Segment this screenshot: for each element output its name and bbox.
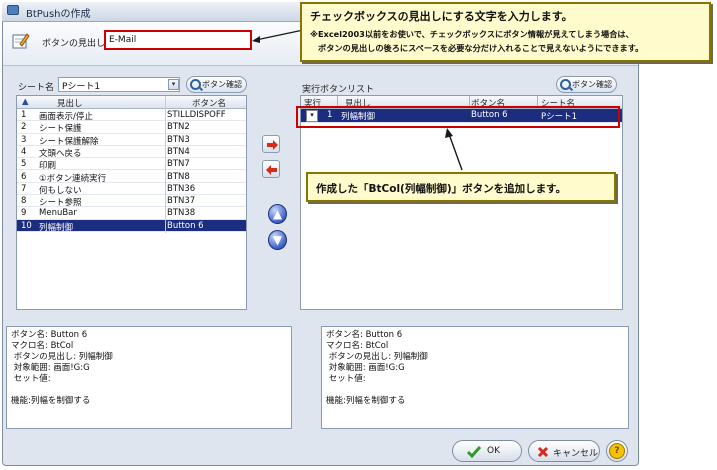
row-button-name: BTN7	[167, 159, 190, 170]
row-caption: シート保護解除	[39, 136, 99, 147]
caption-input[interactable]: E-Mail	[104, 30, 252, 50]
callout-caption-line1: チェックボックスの見出しにする文字を入力します。	[310, 10, 573, 23]
row-button-name: BTN37	[167, 196, 196, 207]
right-description: ボタン名: Button 6 マクロ名: BtCol ボタンの見出し: 列幅制御…	[321, 326, 629, 429]
col-caption-header[interactable]: 見出し	[57, 97, 83, 109]
row-number: 5	[21, 159, 27, 170]
magnifier-icon	[190, 79, 201, 90]
row-number: 7	[21, 183, 27, 194]
row-number: 3	[21, 134, 27, 145]
row-number: 8	[21, 196, 27, 207]
table-row[interactable]: 3 シート保護解除 BTN3	[17, 134, 246, 147]
move-up-icon[interactable]: ▲	[268, 204, 287, 224]
row-number: 10	[21, 220, 32, 231]
row-button-name: BTN3	[167, 134, 190, 145]
row-number: 4	[21, 146, 27, 157]
row-number: 6	[21, 171, 27, 182]
callout-arrow-mid	[445, 128, 463, 171]
sort-up-icon[interactable]: ▲	[22, 97, 29, 107]
table-row[interactable]: 8 シート参照 BTN37	[17, 195, 246, 209]
table-row[interactable]: 5 印刷 BTN7	[17, 158, 246, 172]
magnifier-icon	[560, 79, 571, 90]
left-confirm-label: ボタン確認	[202, 80, 242, 89]
table-row[interactable]: 1 画面表示/停止 STILLDISPOFF	[17, 109, 246, 122]
row-button-name: BTN38	[167, 208, 196, 219]
cancel-button[interactable]: キャンセル	[528, 440, 600, 462]
sheet-name-label: シート名	[18, 83, 55, 93]
row-caption: 文頭へ戻る	[39, 148, 82, 159]
table-row[interactable]: 2 シート保護 BTN2	[17, 121, 246, 135]
row-button-name: BTN4	[167, 146, 190, 157]
callout-caption: チェックボックスの見出しにする文字を入力します。 ※Excel2003以前をお使…	[300, 2, 711, 62]
row-button-name: Button 6	[167, 220, 204, 231]
exec-row-highlight	[296, 106, 620, 128]
row-number: 9	[21, 208, 27, 219]
cancel-icon	[537, 446, 549, 458]
table-row[interactable]: 9 MenuBar BTN38	[17, 207, 246, 220]
row-caption: 印刷	[39, 161, 57, 172]
callout-caption-line3: ボタンの見出しの後ろにスペースを必要な分だけ入れることで見えないようにできます。	[318, 43, 644, 53]
row-caption: MenuBar	[39, 208, 77, 219]
help-icon: ?	[609, 443, 625, 459]
callout-caption-line2: ※Excel2003以前をお使いで、チェックボックスにボタン情報が見えてしまう場…	[310, 29, 634, 39]
table-row[interactable]: 7 何もしない BTN36	[17, 183, 246, 196]
remove-button[interactable]	[262, 160, 280, 178]
row-caption: ①ボタン連続実行	[39, 173, 107, 184]
left-description: ボタン名: Button 6 マクロ名: BtCol ボタンの見出し: 列幅制御…	[6, 326, 292, 429]
row-button-name: BTN2	[167, 122, 190, 133]
row-button-name: STILLDISPOFF	[167, 110, 226, 120]
right-confirm-button[interactable]: ボタン確認	[556, 76, 617, 93]
row-caption: 画面表示/停止	[39, 112, 93, 122]
button-table[interactable]: ▲ 見出し ボタン名 1 画面表示/停止 STILLDISPOFF 2 シート保護 BTN…	[16, 95, 247, 310]
ok-button[interactable]: OK	[452, 440, 522, 462]
dropdown-icon[interactable]: ▾	[168, 79, 179, 90]
cancel-label: キャンセル	[553, 449, 599, 459]
callout-add: 作成した「BtCol(列幅制御)」ボタンを追加します。	[306, 172, 616, 202]
row-caption: シート保護	[39, 124, 82, 135]
table-row[interactable]: 4 文頭へ戻る BTN4	[17, 146, 246, 159]
edit-icon	[12, 33, 30, 49]
table-row[interactable]: 10 列幅制御 Button 6	[17, 219, 246, 233]
table-row[interactable]: 6 ①ボタン連続実行 BTN8	[17, 171, 246, 184]
row-button-name: BTN8	[167, 171, 190, 182]
move-down-icon[interactable]: ▼	[268, 230, 287, 250]
button-table-header: ▲ 見出し ボタン名	[17, 96, 246, 109]
ok-label: OK	[487, 446, 500, 456]
col-name-header[interactable]: ボタン名	[192, 97, 226, 109]
arrow-left-icon	[266, 165, 277, 175]
row-caption: 列幅制御	[39, 222, 74, 233]
exec-list-label: 実行ボタンリスト	[302, 85, 375, 95]
column-divider	[165, 96, 166, 233]
callout-add-text: 作成した「BtCol(列幅制御)」ボタンを追加します。	[316, 183, 567, 195]
help-button[interactable]: ?	[606, 440, 628, 462]
right-confirm-label: ボタン確認	[572, 80, 612, 89]
caption-label: ボタンの見出し	[42, 39, 106, 49]
row-number: 1	[21, 110, 27, 120]
add-button[interactable]	[262, 135, 280, 153]
app-icon	[7, 5, 19, 15]
row-caption: 何もしない	[39, 185, 82, 196]
check-icon	[467, 446, 481, 459]
row-number: 2	[21, 122, 27, 133]
row-caption: シート参照	[39, 198, 82, 209]
left-confirm-button[interactable]: ボタン確認	[186, 76, 247, 93]
row-button-name: BTN36	[167, 183, 196, 194]
window-title: BtPushの作成	[26, 9, 91, 20]
sheet-name-combo[interactable]: Pシート1	[58, 77, 180, 92]
arrow-right-icon	[267, 140, 278, 150]
